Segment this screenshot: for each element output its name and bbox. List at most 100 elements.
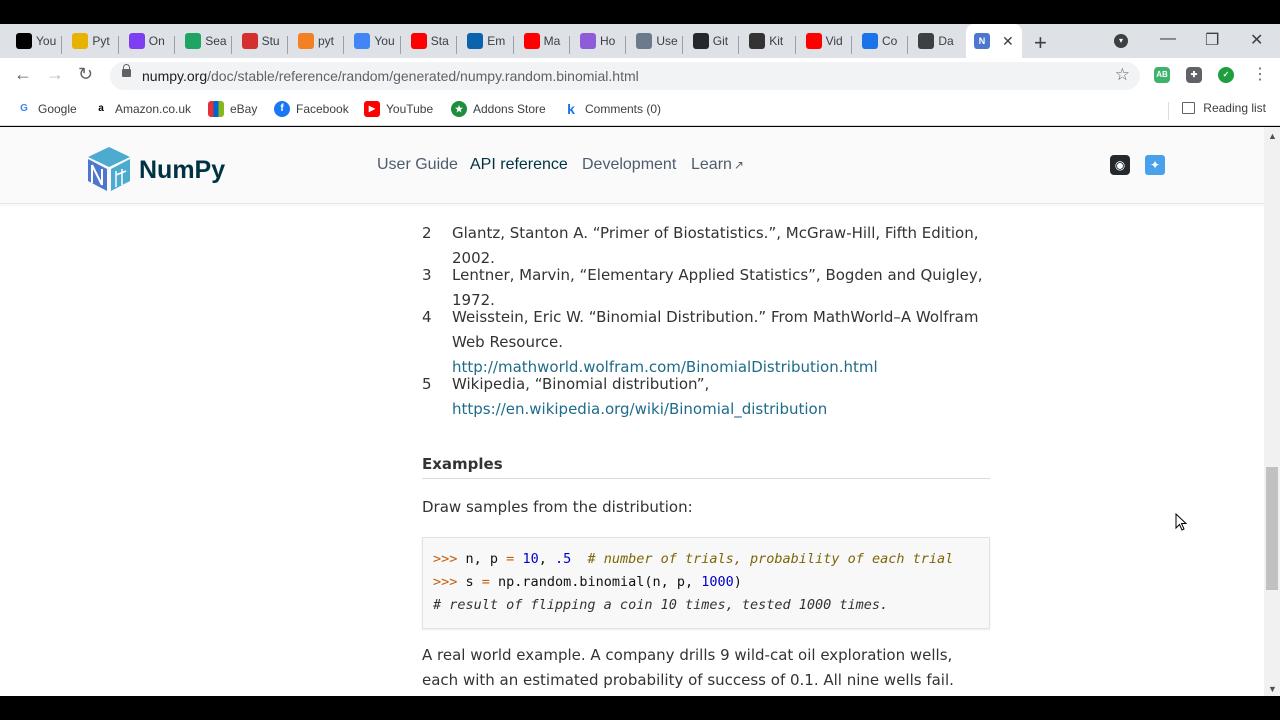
browser-tab[interactable]: Stu	[234, 29, 286, 53]
youtube-red-tab-icon	[805, 33, 822, 49]
address-bar[interactable]: numpy.org/doc/stable/reference/random/ge…	[110, 62, 1140, 90]
new-tab-button[interactable]: +	[1034, 30, 1047, 56]
globe-tab-icon	[636, 33, 653, 49]
bookmark-star-icon[interactable]: ☆	[1115, 65, 1130, 85]
browser-tab[interactable]: Git	[685, 29, 737, 53]
page-scrollbar[interactable]: ▲ ▼	[1264, 127, 1280, 696]
bookmark-addons-store[interactable]: ★ Addons Store	[451, 101, 546, 117]
tab-separator	[287, 36, 288, 54]
tab-separator	[512, 36, 514, 54]
nav-learn[interactable]: Learn ↗	[691, 156, 744, 174]
bookmark-ebay[interactable]: eBay	[208, 101, 257, 117]
page-viewport: NumPy User Guide API reference Developme…	[0, 127, 1280, 696]
browser-tab[interactable]: Da	[910, 29, 962, 53]
menu-dots-icon[interactable]: ⋮	[1252, 64, 1268, 84]
back-arrow-icon[interactable]: ←	[14, 64, 32, 85]
tab-separator	[625, 36, 627, 54]
bookmark-amazon[interactable]: a Amazon.co.uk	[93, 101, 191, 117]
close-tab-icon[interactable]: ✕	[1002, 33, 1014, 50]
nav-user-guide[interactable]: User Guide	[377, 156, 458, 174]
bookmark-label: Google	[38, 102, 77, 116]
scrollbar-thumb[interactable]	[1266, 467, 1278, 590]
browser-tab[interactable]: Co	[854, 29, 906, 53]
tab-title: pyt	[318, 34, 335, 48]
shield-extension-icon[interactable]: ✓	[1218, 67, 1234, 83]
browser-tab[interactable]: Ho	[572, 29, 624, 53]
examples-heading: Examples	[422, 455, 990, 479]
bookmark-google[interactable]: G Google	[16, 101, 77, 117]
code-token: ,	[538, 551, 555, 567]
reload-icon[interactable]: ↻	[78, 64, 93, 85]
tab-title: Da	[938, 34, 954, 48]
browser-tab[interactable]: You	[8, 29, 60, 53]
twitter-icon[interactable]: ✦	[1145, 155, 1165, 175]
cc-tab-icon	[72, 33, 89, 49]
browser-tab[interactable]: Kit	[741, 29, 793, 53]
tab-title: Co	[882, 34, 898, 48]
restore-icon[interactable]: ❐	[1205, 30, 1219, 50]
bookmark-label: Addons Store	[473, 102, 546, 116]
k-icon: k	[567, 101, 575, 117]
browser-tab[interactable]: Em	[459, 29, 511, 53]
close-window-icon[interactable]: ✕	[1250, 30, 1263, 50]
browser-tab[interactable]: On	[121, 29, 173, 53]
browser-tab[interactable]: Ma	[516, 29, 568, 53]
nav-development[interactable]: Development	[582, 156, 676, 174]
nav-api-reference[interactable]: API reference	[470, 156, 568, 174]
tab-title: Sta	[430, 34, 449, 48]
reading-list-icon	[1182, 102, 1196, 114]
tab-search-icon[interactable]: ▾	[1114, 34, 1128, 48]
numpy-tab-icon: N	[974, 33, 990, 49]
bookmark-comments[interactable]: k Comments (0)	[563, 101, 661, 117]
code-number: 1000	[701, 574, 734, 590]
reference-text: Wikipedia, “Binomial distribution”,	[452, 375, 710, 393]
browser-tab[interactable]: Vid	[798, 29, 850, 53]
browser-toolbar: ← → ↻ numpy.org/doc/stable/reference/ran…	[0, 58, 1280, 94]
bookmark-facebook[interactable]: f Facebook	[274, 101, 349, 117]
bookmark-label: Facebook	[296, 102, 349, 116]
external-link-icon: ↗	[733, 158, 744, 172]
scroll-down-icon[interactable]: ▼	[1268, 684, 1277, 694]
minimize-icon[interactable]: —	[1160, 30, 1176, 48]
k-tab-icon	[862, 33, 878, 49]
extensions-puzzle-icon[interactable]: ✚	[1186, 67, 1202, 83]
browser-tab[interactable]: Use	[628, 29, 680, 53]
code-block[interactable]: >>> n, p = 10, .5 # number of trials, pr…	[422, 537, 990, 629]
code-token: s	[465, 574, 482, 590]
scroll-up-icon[interactable]: ▲	[1268, 131, 1277, 141]
reading-list-button[interactable]: Reading list	[1182, 101, 1266, 115]
dash-tab-icon	[918, 33, 935, 49]
wikipedia-link[interactable]: https://en.wikipedia.org/wiki/Binomial_d…	[452, 400, 827, 418]
tab-separator	[174, 36, 176, 54]
numpy-logo-text[interactable]: NumPy	[139, 156, 225, 185]
bookmark-youtube[interactable]: ▶ YouTube	[364, 101, 433, 117]
browser-tab[interactable]: pyt	[290, 29, 342, 53]
tab-separator	[569, 36, 570, 54]
numpy-logo-icon[interactable]	[86, 145, 132, 193]
bookmark-label: Comments (0)	[585, 102, 662, 116]
url-text[interactable]: numpy.org/doc/stable/reference/random/ge…	[142, 68, 639, 84]
browser-tab[interactable]: Sea	[177, 29, 229, 53]
browser-tab[interactable]: Sta	[403, 29, 455, 53]
tab-title: Ho	[600, 34, 616, 48]
reference-text-block: Weisstein, Eric W. “Binomial Distributio…	[452, 305, 992, 380]
browser-tab[interactable]: You	[346, 29, 398, 53]
adblock-extension-icon[interactable]: AB	[1154, 67, 1170, 83]
reference-item: 4 Weisstein, Eric W. “Binomial Distribut…	[422, 305, 992, 380]
tab-separator	[794, 36, 796, 54]
github-icon[interactable]: ◉	[1110, 155, 1130, 175]
youtube-red-tab-icon	[410, 33, 427, 49]
tab-separator	[851, 36, 852, 54]
tab-active-numpy[interactable]: N ✕	[966, 24, 1022, 58]
doc-content: 2 Glantz, Stanton A. “Primer of Biostati…	[0, 204, 1264, 696]
tab-separator	[907, 36, 909, 54]
drive-tab-icon	[185, 33, 202, 49]
real-world-example-text: A real world example. A company drills 9…	[422, 646, 954, 689]
browser-tab[interactable]: Pyt	[64, 29, 116, 53]
kite-tab-icon	[749, 33, 766, 49]
code-prompt: >>>	[433, 551, 466, 567]
code-comment: # number of trials, probability of each …	[571, 551, 954, 567]
tab-title: Vid	[825, 34, 843, 48]
forward-arrow-icon[interactable]: →	[46, 64, 64, 85]
youtube-red-tab-icon	[523, 33, 540, 49]
